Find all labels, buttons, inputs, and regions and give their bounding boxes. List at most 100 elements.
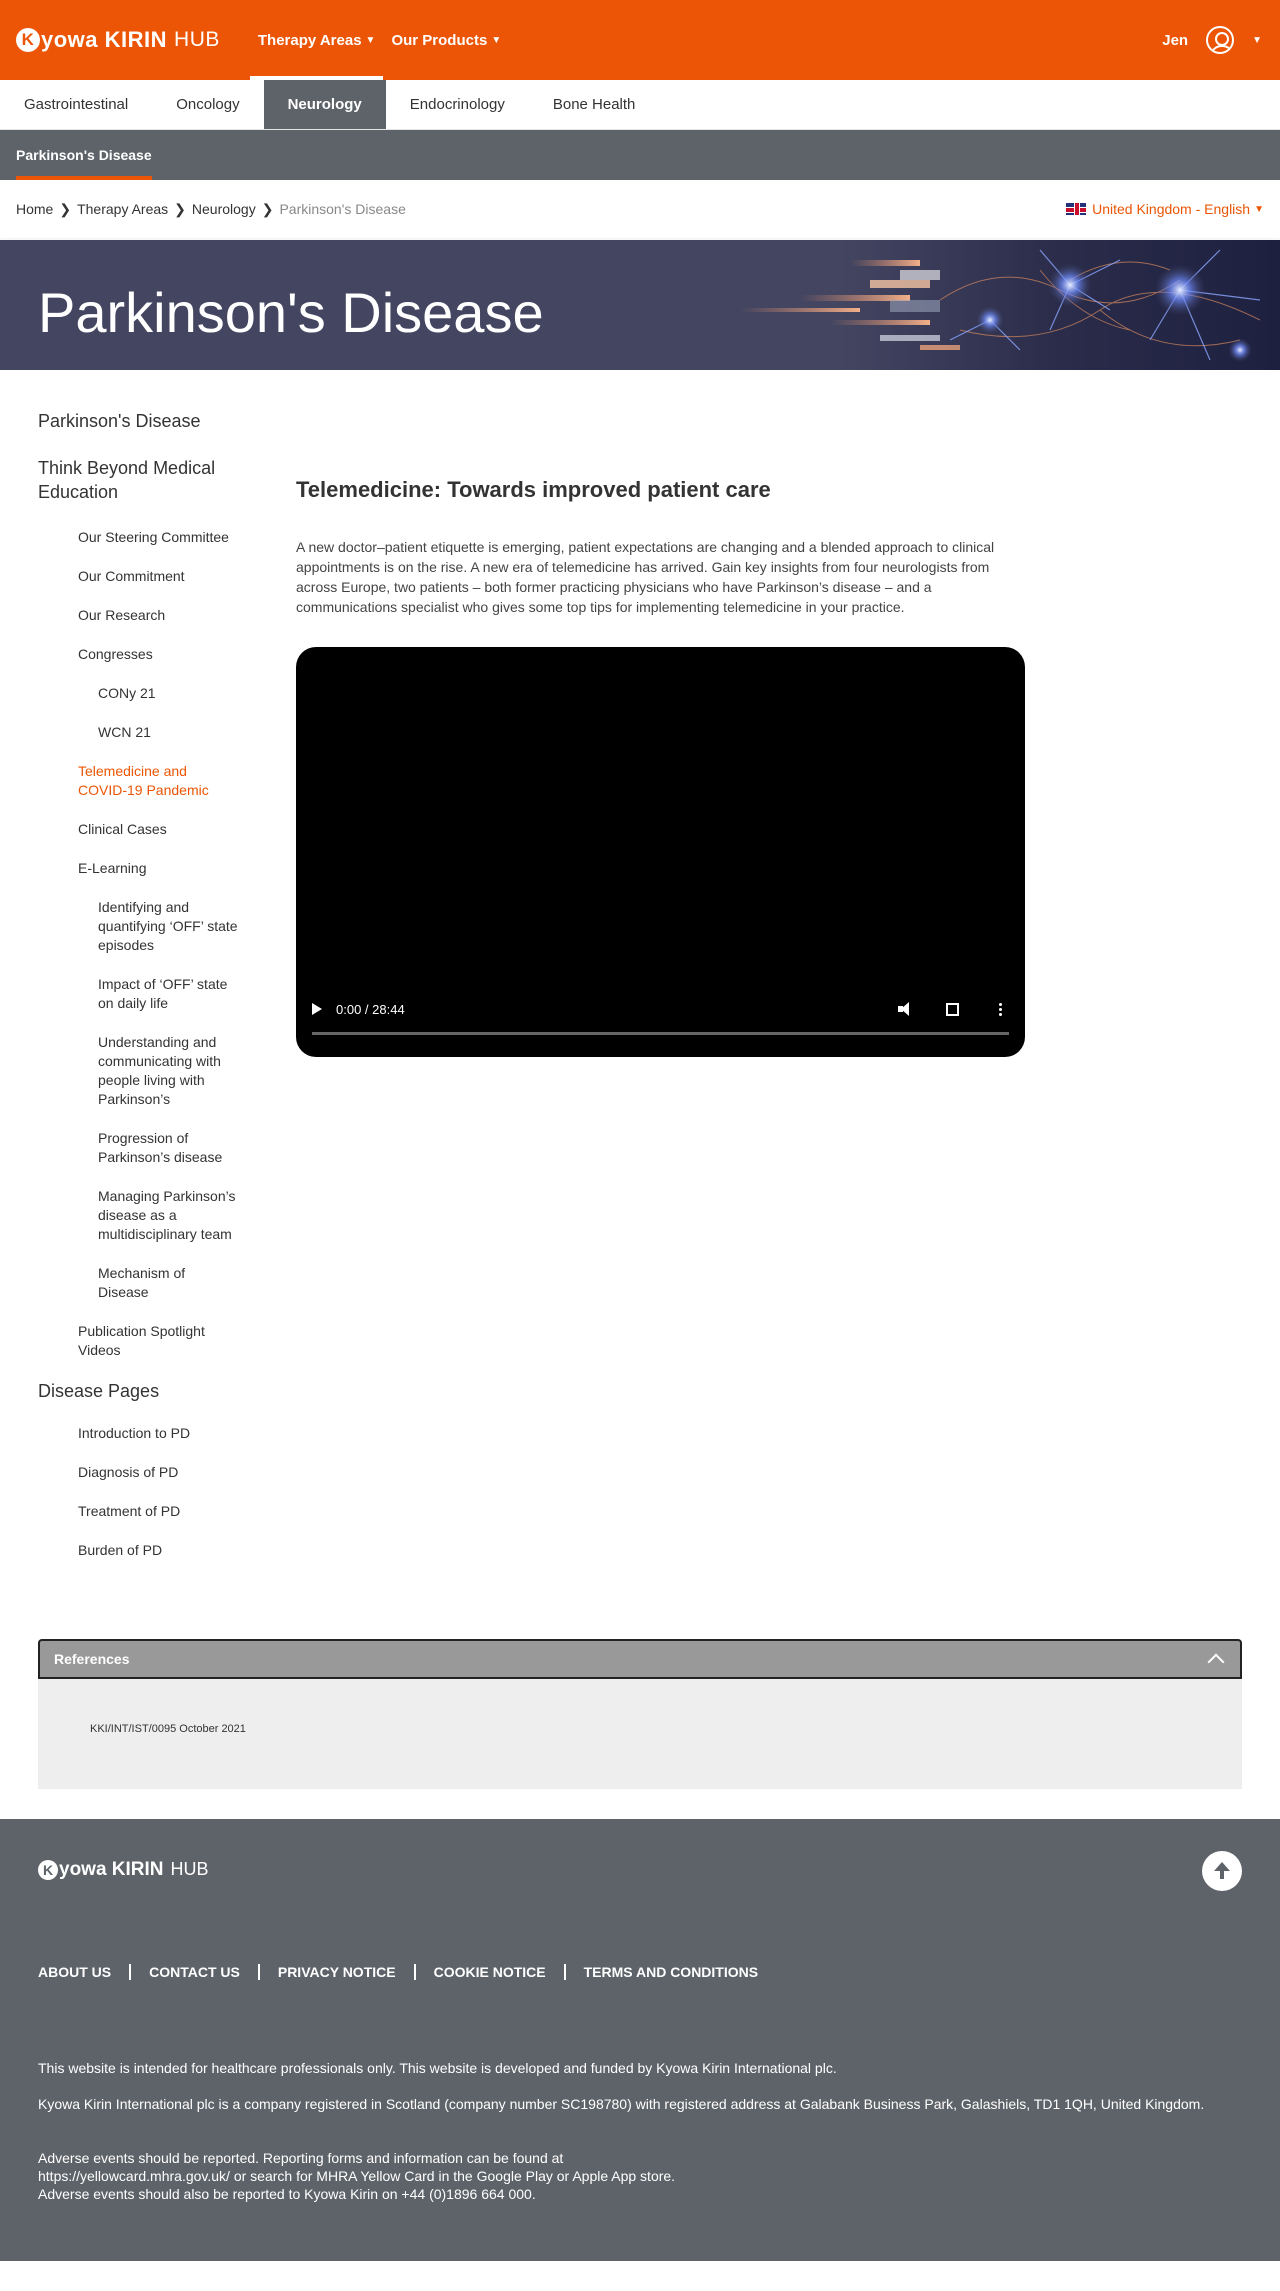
kyowa-kirin-hub-logo[interactable]: K yowa KIRIN HUB [16, 27, 220, 53]
logo-brand-text: yowa KIRIN [41, 27, 168, 52]
sidebar-item-mechanism[interactable]: Mechanism of Disease [38, 1264, 238, 1302]
footer-link-about-us[interactable]: ABOUT US [38, 1964, 111, 1980]
caret-down-icon: ▼ [1254, 203, 1264, 215]
article: Telemedicine: Towards improved patient c… [296, 477, 1026, 1057]
nav-therapy-areas-label: Therapy Areas [257, 31, 362, 49]
arrow-up-icon [1214, 1862, 1230, 1880]
divider [129, 1963, 132, 1980]
language-label: United Kingdom - English [1092, 201, 1251, 217]
adverse-line-3: Adverse events should also be reported t… [38, 2185, 536, 2202]
references-toggle[interactable]: References [38, 1638, 1242, 1679]
logo-hub-text: HUB [174, 28, 220, 51]
footer-adverse-events: Adverse events should be reported. Repor… [38, 2149, 1242, 2203]
main-content-area: Parkinson's Disease Think Beyond Medical… [0, 370, 1280, 1580]
nav-therapy-areas[interactable]: Therapy Areas ▼ [249, 0, 384, 80]
language-selector[interactable]: United Kingdom - English ▼ [1066, 201, 1264, 217]
sidebar-item-clinical-cases[interactable]: Clinical Cases [38, 820, 238, 839]
sidebar-item-treatment-pd[interactable]: Treatment of PD [38, 1502, 238, 1521]
breadcrumb-bar: Home ❯ Therapy Areas ❯ Neurology ❯ Parki… [0, 180, 1280, 238]
sidebar-item-cony-21[interactable]: CONy 21 [38, 684, 238, 703]
subnav-endocrinology[interactable]: Endocrinology [386, 80, 529, 129]
section-bar: Parkinson's Disease [0, 130, 1280, 180]
user-menu[interactable]: Jen ▼ [1162, 0, 1262, 80]
sidebar-item-wcn-21[interactable]: WCN 21 [38, 723, 238, 742]
sidebar-item-e-learning[interactable]: E-Learning [38, 859, 238, 878]
chevron-right-icon: ❯ [174, 200, 186, 217]
sidebar-item-our-commitment[interactable]: Our Commitment [38, 567, 238, 586]
sidebar-item-introduction-pd[interactable]: Introduction to PD [38, 1424, 238, 1443]
top-header: K yowa KIRIN HUB Therapy Areas ▼ Our Pro… [0, 0, 1280, 80]
breadcrumb-neurology[interactable]: Neurology [192, 201, 256, 217]
footer-link-contact-us[interactable]: CONTACT US [149, 1964, 240, 1980]
chevron-right-icon: ❯ [59, 200, 72, 217]
fullscreen-icon[interactable] [946, 1002, 959, 1016]
nav-our-products-label: Our Products [391, 31, 488, 49]
chevron-right-icon: ❯ [261, 200, 274, 217]
article-title: Telemedicine: Towards improved patient c… [296, 477, 771, 502]
footer-link-cookie[interactable]: COOKIE NOTICE [434, 1964, 546, 1980]
video-player[interactable]: 0:00 / 28:44 [296, 647, 1025, 1057]
chevron-up-icon [1207, 1653, 1225, 1671]
document-code: KKI/INT/IST/0095 October 2021 [90, 1722, 246, 1735]
sidebar-item-steering-committee[interactable]: Our Steering Committee [38, 528, 238, 547]
references-body: KKI/INT/IST/0095 October 2021 [38, 1678, 1242, 1789]
tab-parkinsons-disease[interactable]: Parkinson's Disease [16, 130, 152, 180]
user-avatar-icon [1206, 26, 1235, 54]
sidebar-item-parkinsons-disease[interactable]: Parkinson's Disease [38, 410, 238, 433]
breadcrumb-home[interactable]: Home [16, 201, 53, 217]
sidebar-item-congresses[interactable]: Congresses [38, 645, 238, 664]
logo-k-mark: K [38, 1859, 58, 1880]
divider [413, 1963, 416, 1980]
breadcrumb: Home ❯ Therapy Areas ❯ Neurology ❯ Parki… [16, 201, 406, 218]
more-options-icon[interactable] [999, 1002, 1003, 1016]
subnav-bone-health[interactable]: Bone Health [529, 80, 660, 129]
sidebar-item-identifying-off[interactable]: Identifying and quantifying ‘OFF’ state … [38, 898, 238, 955]
breadcrumb-therapy-areas[interactable]: Therapy Areas [77, 201, 168, 217]
video-controls: 0:00 / 28:44 [296, 997, 1025, 1021]
subnav-oncology[interactable]: Oncology [152, 80, 263, 129]
subnav-neurology[interactable]: Neurology [263, 80, 386, 129]
sidebar-item-progression[interactable]: Progression of Parkinson’s disease [38, 1129, 238, 1167]
adverse-line-2: https://yellowcard.mhra.gov.uk/ or searc… [38, 2167, 676, 2184]
neuron-illustration [740, 240, 1280, 370]
subnav-gastrointestinal[interactable]: Gastrointestinal [0, 80, 152, 129]
logo-k-mark: K [16, 28, 40, 52]
therapy-subnav: Gastrointestinal Oncology Neurology Endo… [0, 80, 1280, 130]
caret-down-icon: ▼ [1252, 34, 1262, 46]
sidebar-item-burden-pd[interactable]: Burden of PD [38, 1541, 238, 1560]
volume-icon[interactable] [898, 1002, 914, 1016]
hero-title: Parkinson's Disease [38, 281, 544, 344]
breadcrumb-current: Parkinson's Disease [279, 201, 406, 217]
sidebar-item-impact-off[interactable]: Impact of ‘OFF’ state on daily life [38, 975, 238, 1013]
sidebar-item-telemedicine[interactable]: Telemedicine and COVID-19 Pandemic [38, 762, 238, 800]
sidebar-item-disease-pages[interactable]: Disease Pages [38, 1380, 238, 1403]
video-progress-bar[interactable] [312, 1032, 1009, 1035]
back-to-top-button[interactable] [1202, 1850, 1242, 1891]
footer-disclaimer: This website is intended for healthcare … [38, 2059, 837, 2076]
user-name: Jen [1162, 31, 1189, 49]
uk-flag-icon [1066, 203, 1087, 215]
hero-banner: Parkinson's Disease [0, 240, 1280, 370]
sidebar-item-publication-spotlight[interactable]: Publication Spotlight Videos [38, 1322, 238, 1360]
logo-brand-text: yowa KIRIN [59, 1858, 164, 1880]
caret-down-icon: ▼ [491, 34, 502, 46]
footer-link-privacy[interactable]: PRIVACY NOTICE [278, 1964, 396, 1980]
references-title: References [54, 1650, 130, 1667]
main-nav: Therapy Areas ▼ Our Products ▼ [249, 0, 509, 80]
video-time: 0:00 / 28:44 [336, 1001, 405, 1017]
nav-our-products[interactable]: Our Products ▼ [383, 0, 509, 80]
footer: K yowa KIRIN HUB ABOUT US CONTACT US PRI… [0, 1818, 1280, 2261]
sidebar-item-managing[interactable]: Managing Parkinson’s disease as a multid… [38, 1187, 238, 1244]
play-icon[interactable] [312, 1003, 322, 1015]
sidebar-item-our-research[interactable]: Our Research [38, 606, 238, 625]
adverse-line-1: Adverse events should be reported. Repor… [38, 2149, 564, 2166]
sidebar-nav: Parkinson's Disease Think Beyond Medical… [38, 370, 238, 1580]
sidebar-item-diagnosis-pd[interactable]: Diagnosis of PD [38, 1463, 238, 1482]
sidebar-item-understanding[interactable]: Understanding and communicating with peo… [38, 1033, 238, 1109]
footer-link-terms[interactable]: TERMS AND CONDITIONS [584, 1964, 758, 1980]
divider [257, 1963, 260, 1980]
footer-logo[interactable]: K yowa KIRIN HUB [38, 1859, 209, 1881]
sidebar-item-think-beyond[interactable]: Think Beyond Medical Education [38, 457, 238, 504]
caret-down-icon: ▼ [365, 34, 376, 46]
logo-hub-text: HUB [170, 1859, 209, 1880]
